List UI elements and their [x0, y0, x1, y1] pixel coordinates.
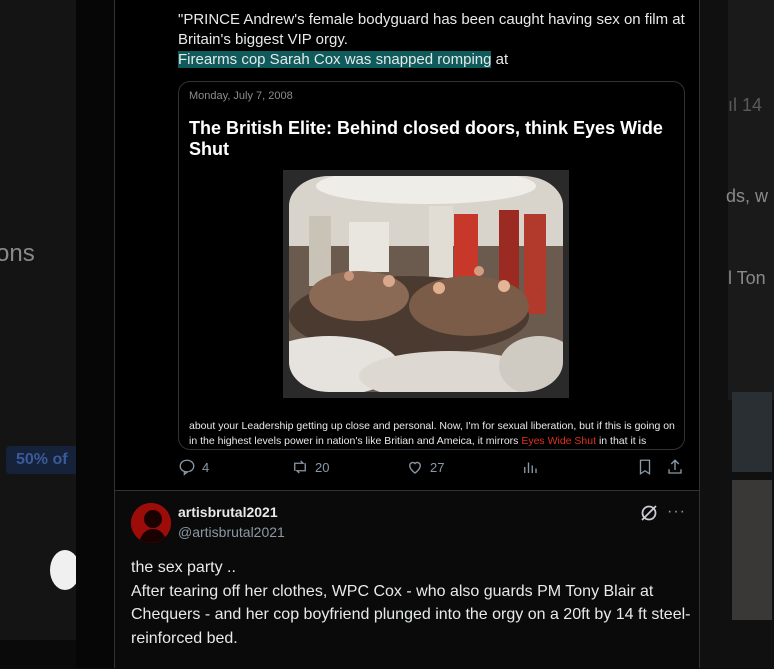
like-button[interactable]: 27	[406, 458, 444, 476]
post-text: "PRINCE Andrew's female bodyguard has be…	[178, 11, 685, 68]
link-preview-card[interactable]: Monday, July 7, 2008 The British Elite: …	[178, 81, 685, 450]
left-panel-badge: 50% of	[6, 446, 76, 474]
grok-icon[interactable]	[639, 503, 659, 523]
selected-text: Firearms cop Sarah Cox was snapped rompi…	[178, 51, 492, 68]
right-panel-fragment: ıl 14 ds, w l Ton	[698, 0, 774, 668]
bookmark-button[interactable]	[636, 458, 654, 476]
card-image-frame	[283, 170, 569, 398]
right-panel-text-1: ıl 14	[728, 95, 763, 115]
card-title: The British Elite: Behind closed doors, …	[189, 118, 663, 159]
avatar[interactable]	[131, 503, 171, 543]
feed-column: "PRINCE Andrew's female bodyguard has be…	[114, 0, 700, 669]
heart-icon	[409, 461, 421, 474]
share-icon	[668, 459, 682, 474]
card-link-text[interactable]: Eyes Wide Shut	[521, 435, 596, 447]
share-button[interactable]	[666, 458, 684, 476]
right-panel-thumbnail[interactable]	[732, 480, 772, 620]
views-button[interactable]	[521, 458, 539, 476]
reply-post[interactable]: artisbrutal2021 @artisbrutal2021 ··· the…	[115, 490, 699, 669]
card-date: Monday, July 7, 2008	[189, 90, 293, 102]
author-handle[interactable]: @artisbrutal2021	[178, 524, 285, 540]
left-panel-text: ons	[0, 240, 35, 267]
right-panel-text-3: l Ton	[728, 268, 766, 288]
author-name[interactable]: artisbrutal2021	[178, 504, 278, 520]
post-actions: 4 20 27	[178, 458, 688, 482]
repost-button[interactable]: 20	[291, 458, 329, 476]
right-panel-text-2: ds, w	[726, 186, 769, 206]
more-options-icon[interactable]: ···	[667, 503, 686, 521]
reply-icon	[179, 459, 195, 476]
reply-button[interactable]: 4	[178, 458, 209, 476]
bookmark-icon	[639, 459, 651, 476]
left-panel-fragment: ons 50% of	[0, 0, 80, 640]
card-excerpt: about your Leadership getting up close a…	[189, 420, 675, 447]
gutter	[76, 0, 114, 668]
views-icon	[524, 462, 537, 473]
right-panel-thumbnail[interactable]	[732, 392, 772, 472]
card-image[interactable]	[289, 176, 563, 392]
repost-icon	[294, 460, 306, 474]
reply-text: the sex party .. After tearing off her c…	[131, 559, 691, 647]
